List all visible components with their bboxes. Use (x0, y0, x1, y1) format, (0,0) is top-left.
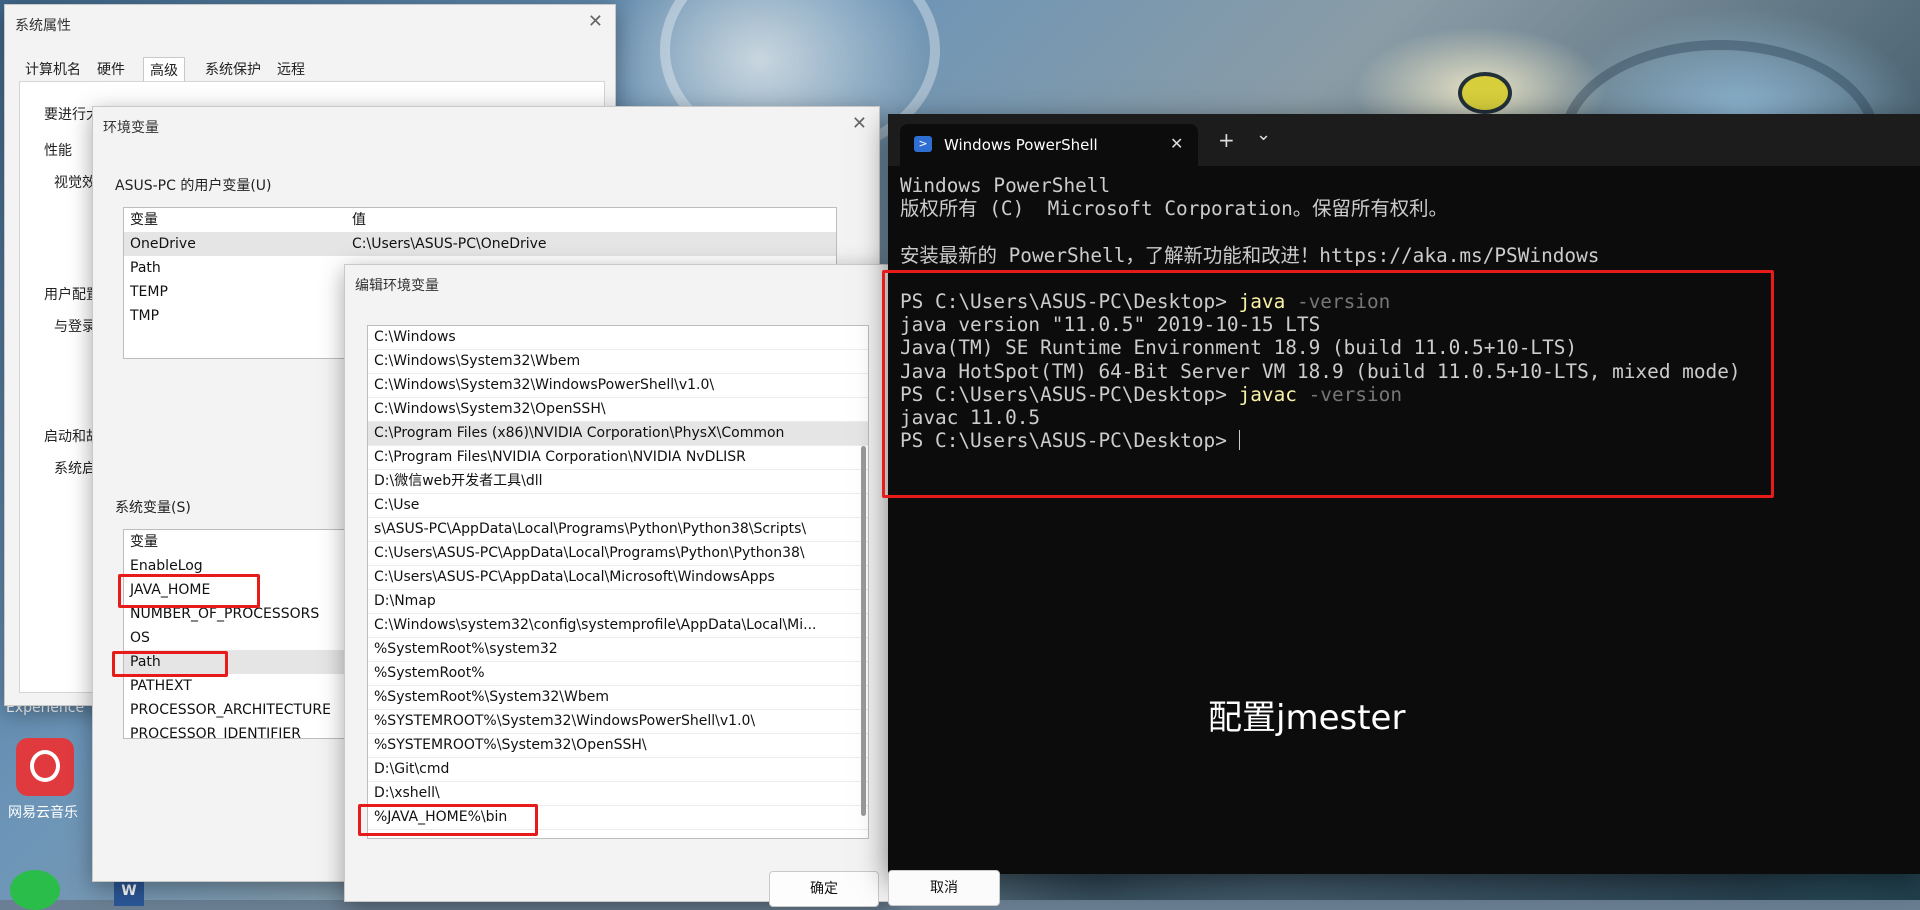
wallpaper-eye (1458, 72, 1512, 114)
table-row[interactable]: EnableLog (124, 554, 354, 578)
path-entry[interactable]: C:\Program Files (x86)\NVIDIA Corporatio… (368, 422, 868, 446)
column-header-value[interactable]: 值 (352, 208, 366, 232)
vertical-scrollbar[interactable] (861, 446, 866, 816)
prompt: PS C:\Users\ASUS-PC\Desktop> (900, 429, 1239, 453)
path-entry[interactable]: %SYSTEMROOT%\System32\WindowsPowerShell\… (368, 710, 868, 734)
path-entry[interactable]: D:\xshell\ (368, 782, 868, 806)
terminal-line: javac 11.0.5 (900, 406, 1041, 430)
annotation-note: 配置jmester (1208, 698, 1406, 738)
path-entry[interactable]: %SystemRoot%\System32\Wbem (368, 686, 868, 710)
cancel-button[interactable]: 取消 (888, 870, 1000, 906)
netease-music-icon (16, 738, 74, 796)
table-row[interactable]: NUMBER_OF_PROCESSORS (124, 602, 354, 626)
path-entries-list: C:\Windows C:\Windows\System32\Wbem C:\Win… (367, 325, 869, 839)
terminal-window: > Windows PowerShell ✕ + ⌄ Windows Power… (888, 114, 1920, 874)
tab-hardware[interactable]: 硬件 (91, 57, 131, 81)
startup-text: 系统启 (54, 461, 96, 477)
edit-environment-variable-window: 编辑环境变量 C:\Windows C:\Windows\System32\Wbe… (344, 264, 894, 907)
window-title: 环境变量 (103, 120, 159, 136)
system-variables-title: 系统变量(S) (115, 500, 191, 516)
tab-computer-name[interactable]: 计算机名 (19, 57, 87, 81)
terminal-line: 版权所有 (C) Microsoft Corporation。保留所有权利。 (900, 197, 1448, 221)
table-row[interactable]: OneDrive C:\Users\ASUS-PC\OneDrive (124, 232, 836, 256)
powershell-icon: > (914, 136, 932, 152)
tab-dropdown-icon[interactable]: ⌄ (1256, 124, 1271, 145)
profile-text: 与登录 (54, 319, 96, 335)
table-row[interactable]: PROCESSOR_ARCHITECTURE (124, 698, 354, 722)
user-variables-title: ASUS-PC 的用户变量(U) (115, 178, 272, 194)
path-entry[interactable]: C:\Program Files\NVIDIA Corporation\NVID… (368, 446, 868, 470)
command: javac (1238, 382, 1297, 406)
close-icon[interactable]: ✕ (852, 115, 867, 133)
path-entry[interactable]: D:\Nmap (368, 590, 868, 614)
variable-name: OneDrive (130, 236, 196, 252)
path-entry[interactable]: C:\Windows\system32\config\systemprofile… (368, 614, 868, 638)
prompt: PS C:\Users\ASUS-PC\Desktop> (900, 290, 1239, 314)
variable-name: TEMP (130, 284, 168, 300)
close-icon[interactable]: ✕ (588, 13, 603, 31)
table-row[interactable]: OS (124, 626, 354, 650)
terminal-line: Java(TM) SE Runtime Environment 18.9 (bu… (900, 336, 1578, 360)
terminal-line: Java HotSpot(TM) 64-Bit Server VM 18.9 (… (900, 359, 1741, 383)
variable-name: TMP (130, 308, 160, 324)
path-entry[interactable]: C:\Use (368, 494, 868, 518)
terminal-output[interactable]: Windows PowerShell 版权所有 (C) Microsoft Co… (900, 174, 1741, 452)
ok-button[interactable]: 确定 (769, 871, 879, 907)
path-entry[interactable]: %SystemRoot%\system32 (368, 638, 868, 662)
system-variables-list: 变量 EnableLog JAVA_HOME NUMBER_OF_PROCESS… (123, 529, 355, 739)
variable-value: C:\Users\ASUS-PC\OneDrive (352, 236, 547, 252)
table-row[interactable]: PROCESSOR_IDENTIFIER (124, 722, 354, 738)
tab-close-icon[interactable]: ✕ (1170, 134, 1183, 153)
terminal-line: 安装最新的 PowerShell，了解新功能和改进！https://aka.ms… (900, 243, 1600, 267)
wechat-icon[interactable] (10, 870, 60, 910)
performance-group-title: 性能 (44, 143, 72, 159)
new-tab-button[interactable]: + (1218, 128, 1235, 152)
path-entry[interactable]: C:\Windows\System32\WindowsPowerShell\v1… (368, 374, 868, 398)
netease-music-label: 网易云音乐 (8, 805, 78, 821)
table-row-selected[interactable]: Path (124, 650, 354, 674)
path-entry[interactable]: s\ASUS-PC\AppData\Local\Programs\Python\… (368, 518, 868, 542)
text-cursor (1238, 430, 1240, 451)
tab-windows-powershell[interactable]: > Windows PowerShell ✕ (900, 124, 1198, 166)
path-entry[interactable]: %SystemRoot% (368, 662, 868, 686)
tab-title: Windows PowerShell (944, 136, 1098, 154)
command: java (1238, 290, 1286, 314)
terminal-tab-bar: > Windows PowerShell ✕ + ⌄ (888, 114, 1920, 166)
table-row[interactable]: JAVA_HOME (124, 578, 354, 602)
prompt: PS C:\Users\ASUS-PC\Desktop> (900, 382, 1239, 406)
path-entry[interactable]: %JAVA_HOME%\bin (368, 806, 868, 830)
performance-text: 视觉效 (54, 175, 96, 191)
column-header-variable[interactable]: 变量 (124, 208, 352, 232)
variable-name: Path (130, 260, 161, 276)
tab-remote[interactable]: 远程 (271, 57, 311, 81)
tab-advanced[interactable]: 高级 (143, 57, 185, 82)
path-entry[interactable]: C:\Windows (368, 326, 868, 350)
path-entry[interactable]: C:\Windows\System32\Wbem (368, 350, 868, 374)
command-argument: -version (1285, 290, 1391, 314)
path-entry[interactable]: C:\Windows\System32\OpenSSH\ (368, 398, 868, 422)
path-entry[interactable]: D:\Git\cmd (368, 758, 868, 782)
path-entry[interactable]: D:\微信web开发者工具\dll (368, 470, 868, 494)
netease-music-shortcut[interactable] (16, 738, 76, 796)
terminal-line: Windows PowerShell (900, 174, 1111, 197)
window-title: 编辑环境变量 (355, 278, 439, 294)
tab-system-protection[interactable]: 系统保护 (199, 57, 267, 81)
table-row[interactable]: PATHEXT (124, 674, 354, 698)
path-entry[interactable]: C:\Users\ASUS-PC\AppData\Local\Microsoft… (368, 566, 868, 590)
column-header-variable[interactable]: 变量 (124, 530, 354, 554)
terminal-line: java version "11.0.5" 2019-10-15 LTS (900, 313, 1321, 337)
window-title: 系统属性 (15, 18, 71, 34)
command-argument: -version (1296, 382, 1403, 406)
path-entry[interactable]: %SYSTEMROOT%\System32\OpenSSH\ (368, 734, 868, 758)
path-entry[interactable]: C:\Users\ASUS-PC\AppData\Local\Programs\… (368, 542, 868, 566)
list-header: 变量 值 (124, 208, 836, 232)
